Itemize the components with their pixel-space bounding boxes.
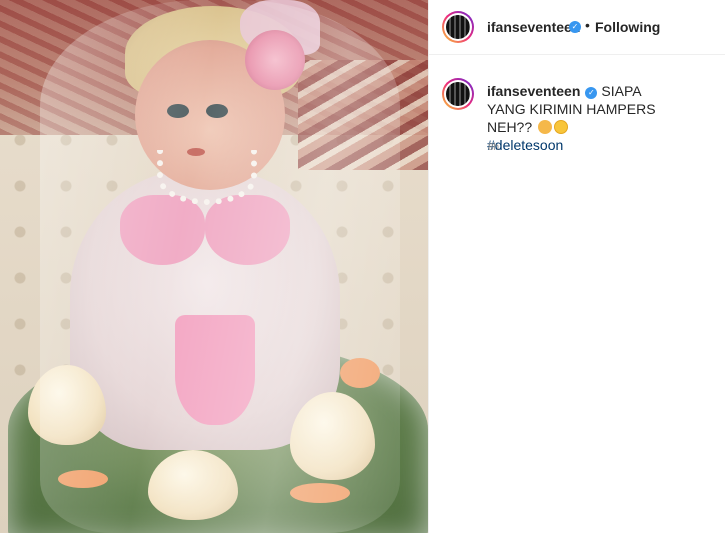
hashtag-link[interactable]: #deletesoon [487,136,667,154]
post-side-panel: ifanseventeen ✓ • Following ifanseventee… [428,0,725,533]
fist-icon [538,120,553,134]
author-username[interactable]: ifanseventeen [487,19,580,35]
avatar-image [446,82,470,106]
following-button[interactable]: Following [595,19,660,35]
avatar[interactable] [442,78,474,110]
verified-badge-icon: ✓ [585,87,598,99]
face-icon [554,120,569,134]
verified-badge-icon: ✓ [569,21,581,33]
caption-username[interactable]: ifanseventeen [487,83,580,99]
post-timestamp[interactable]: 8h [488,142,499,153]
plastic-wrap [40,0,400,533]
caption-body: ifanseventeen ✓ SIAPA YANG KIRIMIN HAMPERS… [487,82,667,154]
post-header: ifanseventeen ✓ • Following [429,0,725,55]
separator-dot: • [585,17,590,33]
post-photo[interactable] [0,0,428,533]
avatar[interactable] [442,11,474,43]
avatar-image [446,15,470,39]
